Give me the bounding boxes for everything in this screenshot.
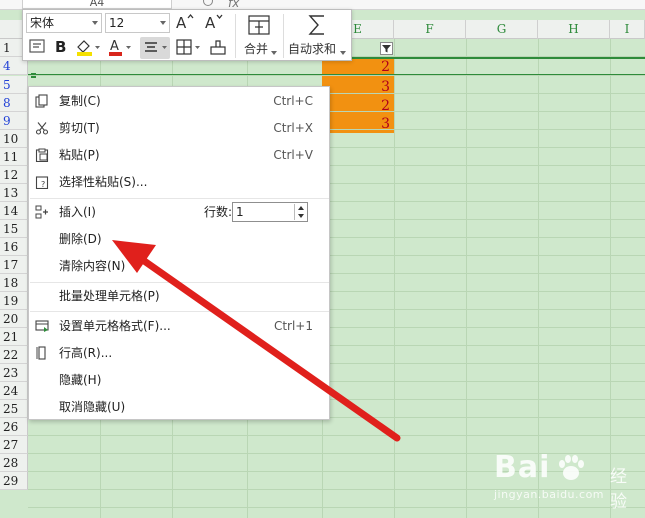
baidu-watermark: Bai 经验 jingyan.baidu.com [490,448,640,512]
watermark-url: jingyan.baidu.com [494,488,605,501]
annotation-arrow [112,240,401,442]
watermark-brand: 经验 [610,467,627,512]
watermark-logo-text: Bai [494,450,551,485]
paw-icon [559,455,584,480]
